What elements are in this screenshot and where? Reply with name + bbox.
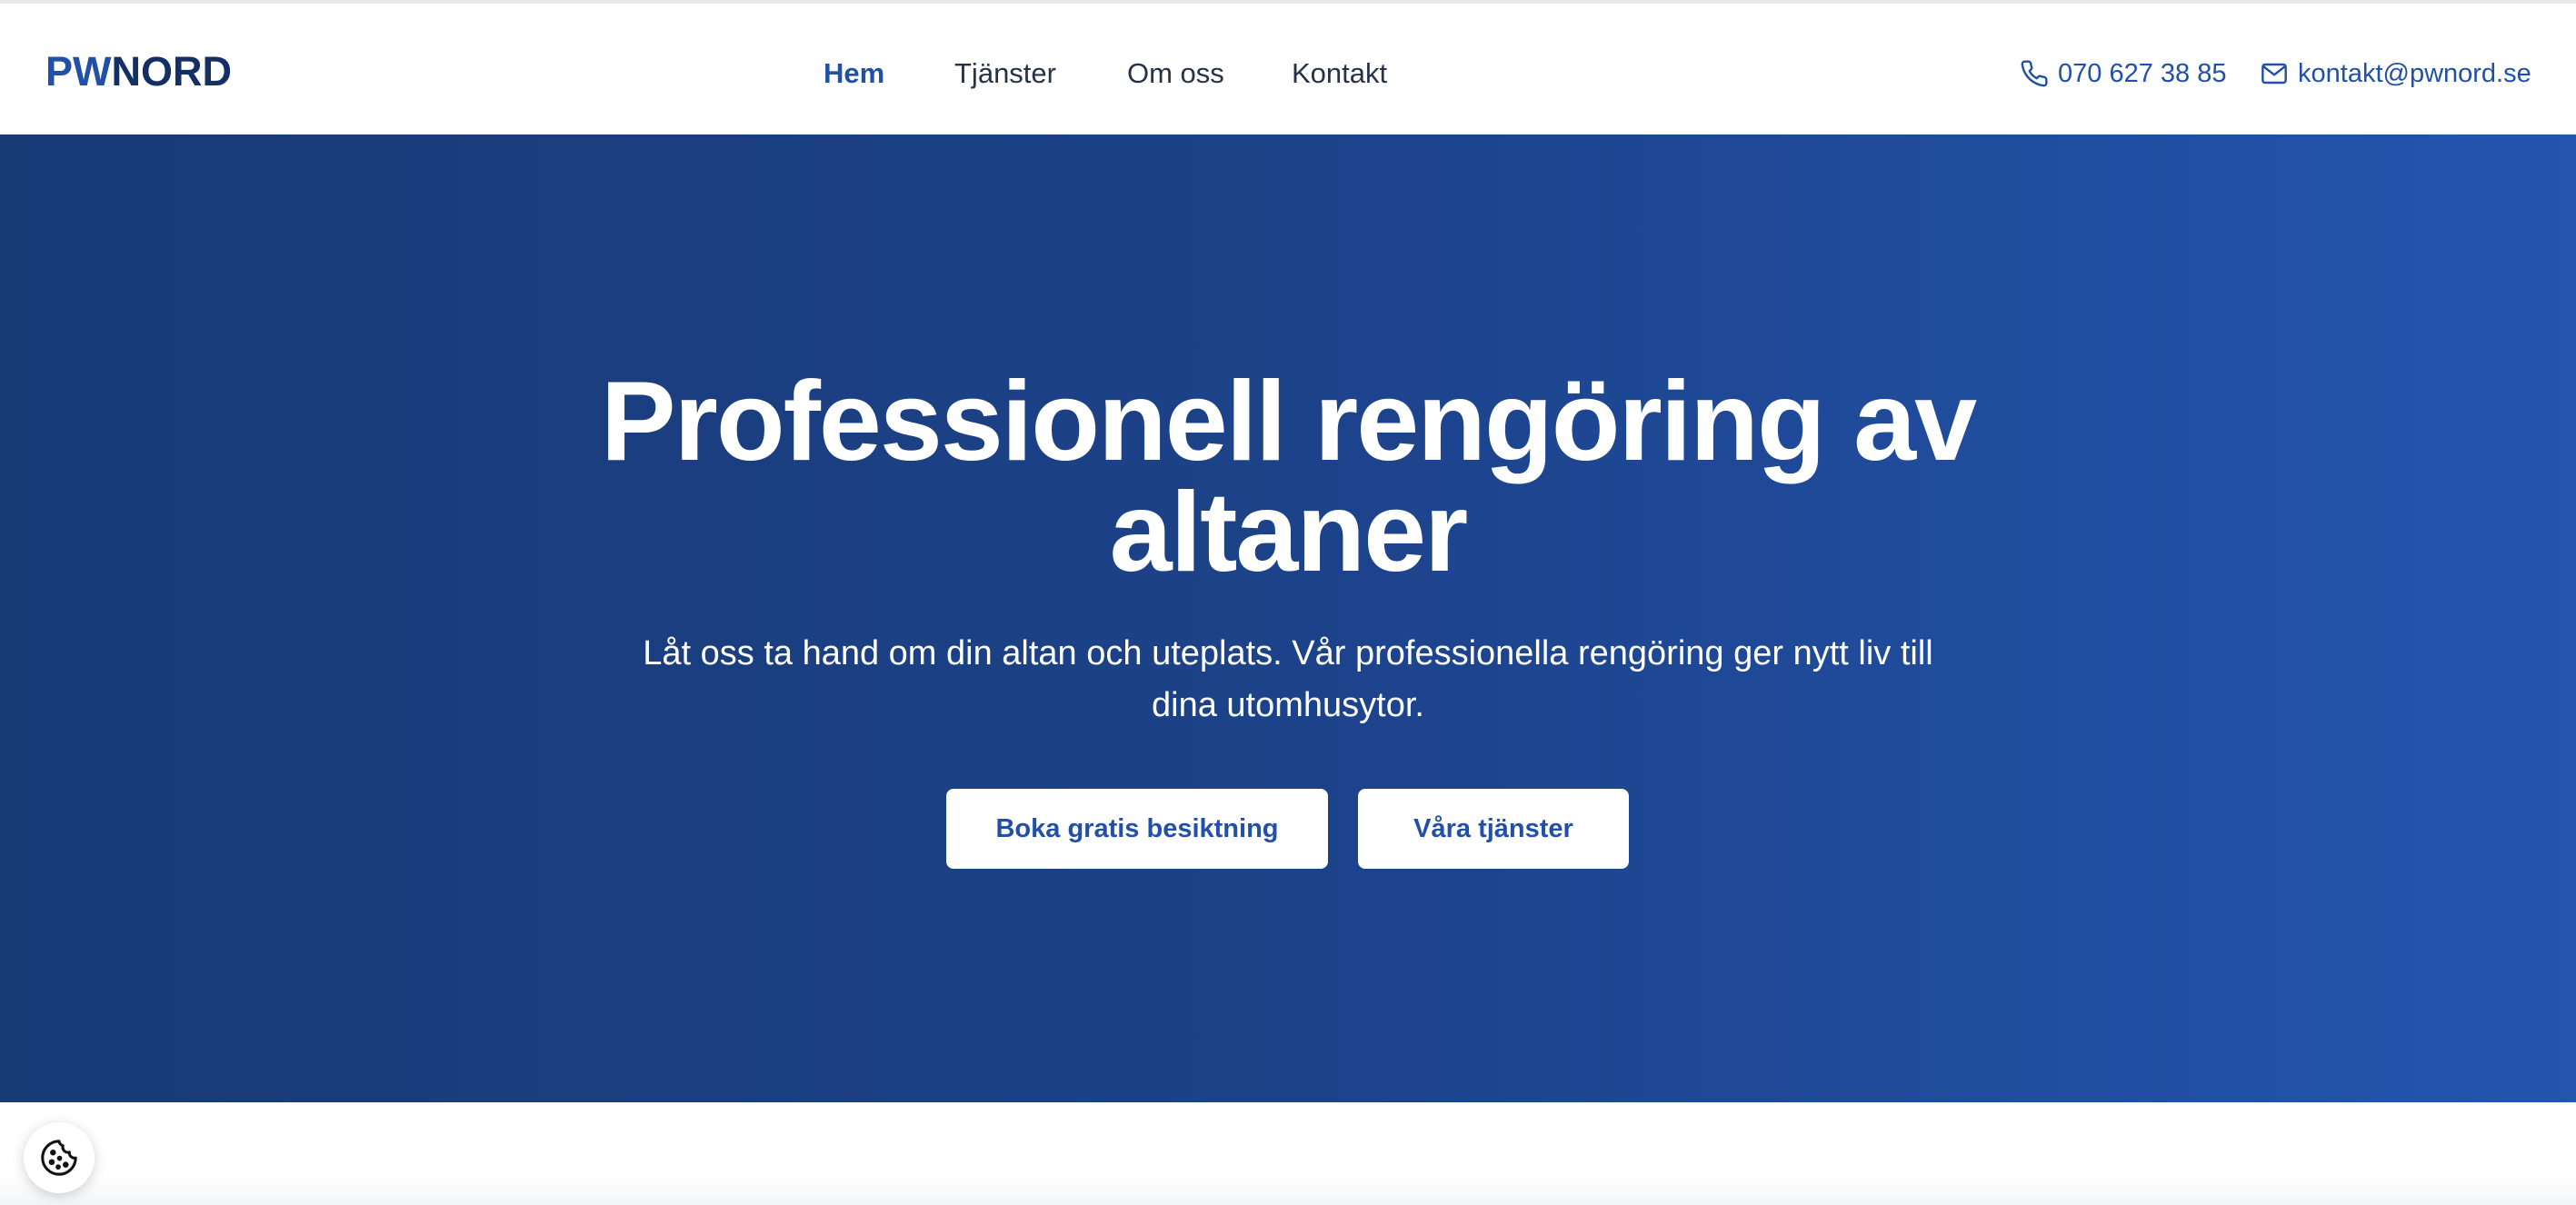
nav-item-om-oss[interactable]: Om oss <box>1127 51 1224 96</box>
nav-item-kontakt[interactable]: Kontakt <box>1292 51 1387 96</box>
email-address: kontakt@pwnord.se <box>2298 58 2531 88</box>
site-header: PWNORD Hem Tjänster Om oss Kontakt 070 6… <box>0 4 2576 134</box>
email-link[interactable]: kontakt@pwnord.se <box>2260 51 2531 96</box>
our-services-button[interactable]: Våra tjänster <box>1358 789 1629 869</box>
phone-number: 070 627 38 85 <box>2058 58 2227 88</box>
hero-title: Professionell rengöring av altaner <box>0 359 2576 595</box>
cookie-icon <box>41 1140 77 1176</box>
hero-subtitle: Låt oss ta hand om din altan och uteplat… <box>0 628 2576 732</box>
hero-subtitle-line2: dina utomhusytor. <box>1152 686 1424 724</box>
hero-section: Professionell rengöring av altaner Låt o… <box>0 134 2576 1102</box>
phone-link[interactable]: 070 627 38 85 <box>2020 51 2226 96</box>
nav-item-hem[interactable]: Hem <box>824 51 884 96</box>
hero-title-line2: altaner <box>1109 470 1469 595</box>
book-inspection-button[interactable]: Boka gratis besiktning <box>946 789 1328 869</box>
cookie-settings-button[interactable] <box>24 1122 95 1193</box>
nav-item-tjanster[interactable]: Tjänster <box>954 51 1056 96</box>
hero-title-line1: Professionell rengöring av <box>600 359 1977 484</box>
hero-subtitle-line1: Låt oss ta hand om din altan och uteplat… <box>643 634 1933 672</box>
mail-icon <box>2261 63 2287 85</box>
next-section <box>0 1102 2576 1205</box>
phone-icon <box>2021 60 2048 87</box>
